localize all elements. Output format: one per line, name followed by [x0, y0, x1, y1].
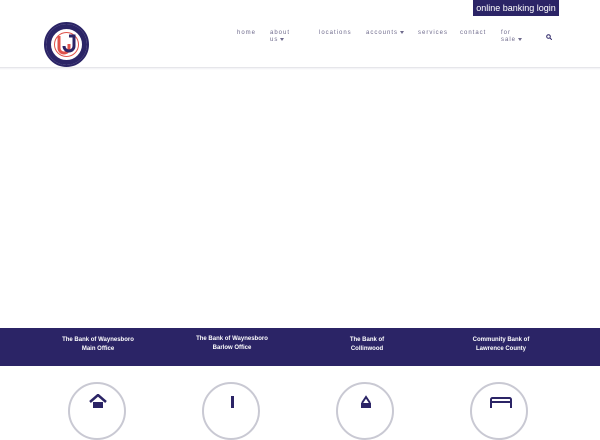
- nav-accounts-label: accounts: [366, 30, 399, 36]
- chevron-down-icon: [400, 30, 405, 34]
- service-icons-row: [0, 366, 600, 440]
- nav-contact-label: contact: [460, 30, 487, 36]
- chevron-down-icon: [518, 37, 523, 41]
- nav-services-label: services: [418, 30, 449, 36]
- lock-icon: [361, 395, 371, 408]
- nav-locations-label: locations: [319, 30, 352, 36]
- nav-for-sale-label: for sale: [501, 30, 517, 43]
- chevron-down-icon: [280, 37, 285, 41]
- branch-link-collinwood[interactable]: The Bank of Collinwood: [307, 336, 427, 354]
- card-icon: [490, 397, 512, 408]
- branch-subtitle: Main Office: [81, 346, 115, 352]
- branch-strip: The Bank of Waynesboro Main Office The B…: [0, 328, 600, 366]
- branch-name: The Bank of: [349, 337, 385, 343]
- branch-link-lawrence-county[interactable]: Community Bank of Lawrence County: [441, 336, 561, 354]
- nav-about-us-label: about us: [270, 30, 291, 43]
- nav-accounts[interactable]: accounts: [366, 30, 405, 37]
- branch-name: The Bank of Waynesboro: [196, 336, 268, 342]
- nav-contact[interactable]: contact: [460, 30, 486, 37]
- main-navigation: home about us locations accounts service…: [0, 30, 600, 60]
- nav-home-label: home: [237, 30, 257, 36]
- online-banking-login-button[interactable]: online banking login: [473, 0, 559, 16]
- search-icon[interactable]: [546, 34, 552, 40]
- branch-name: Community Bank of: [472, 337, 530, 343]
- home-circle-button[interactable]: [68, 382, 126, 440]
- nav-for-sale[interactable]: for sale: [501, 30, 523, 44]
- branch-link-main-office[interactable]: The Bank of Waynesboro Main Office: [38, 336, 158, 354]
- home-icon: [89, 394, 107, 408]
- nav-locations[interactable]: locations: [319, 30, 352, 37]
- branch-name: The Bank of Waynesboro: [62, 337, 134, 343]
- bank-circle-button[interactable]: [202, 382, 260, 440]
- card-circle-button[interactable]: [470, 382, 528, 440]
- branch-subtitle: Collinwood: [350, 346, 384, 352]
- nav-home[interactable]: home: [237, 30, 256, 37]
- lock-circle-button[interactable]: [336, 382, 394, 440]
- branch-link-barlow-office[interactable]: The Bank of Waynesboro Barlow Office: [172, 335, 292, 353]
- header-shadow: [0, 68, 600, 70]
- nav-services[interactable]: services: [418, 30, 448, 37]
- nav-about-us[interactable]: about us: [270, 30, 292, 44]
- bank-icon: [231, 396, 234, 408]
- branch-subtitle: Lawrence County: [475, 346, 526, 352]
- branch-subtitle: Barlow Office: [212, 345, 252, 351]
